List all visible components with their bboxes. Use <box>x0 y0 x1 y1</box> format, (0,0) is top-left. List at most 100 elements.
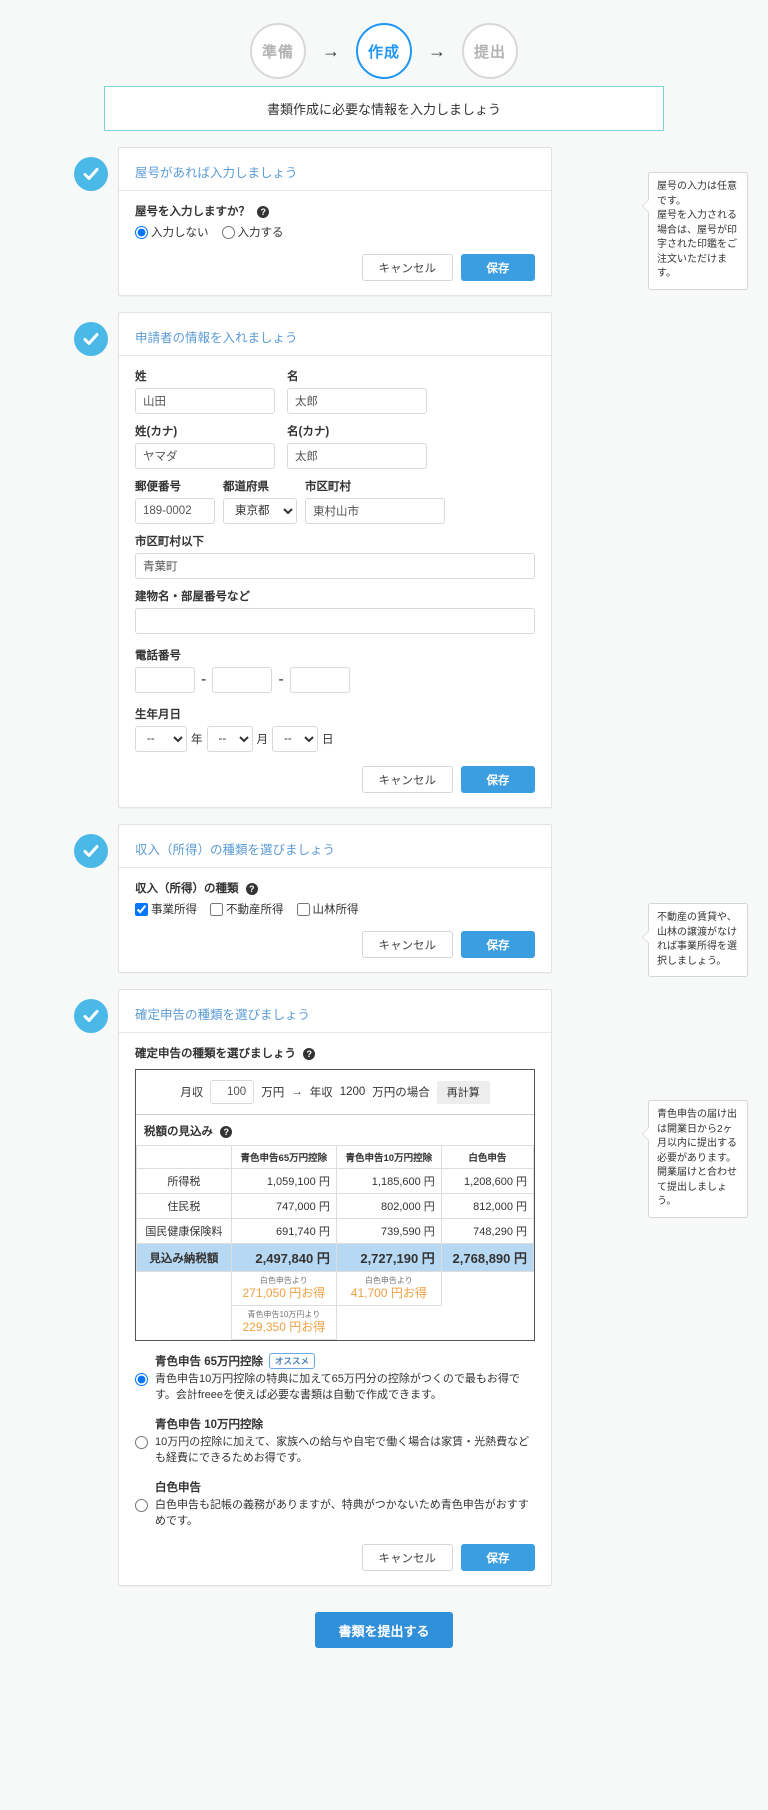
recalculate-button[interactable]: 再計算 <box>436 1080 490 1104</box>
tax-table-col-white: 白色申告 <box>440 1145 535 1169</box>
birth-year-select[interactable]: -- <box>135 726 187 752</box>
birth-day-unit: 日 <box>322 734 334 746</box>
income-type-checkbox-realestate[interactable] <box>210 902 223 916</box>
declaration-question-label: 確定申告の種類を選びましょう ? <box>135 1045 535 1061</box>
declaration-radio-blue10[interactable] <box>135 1418 148 1468</box>
help-icon-declaration[interactable]: ? <box>303 1047 316 1060</box>
last-name-input[interactable] <box>135 388 275 414</box>
tax-estimate-label: 税額の見込み <box>144 1126 213 1138</box>
prefecture-field: 都道府県 東京都 <box>223 478 297 524</box>
card-body-income-type: 収入（所得）の種類 ? 事業所得 不動産所得 山林所得 <box>119 868 551 917</box>
declaration-option-blue65[interactable]: 青色申告 65万円控除 オススメ 青色申告10万円控除の特典に加えて65万円分の… <box>135 1353 535 1405</box>
instruction-banner-text: 書類作成に必要な情報を入力しましょう <box>266 102 501 117</box>
step-arrow-2-icon: → <box>428 40 446 61</box>
birth-month-select[interactable]: -- <box>206 726 253 752</box>
savings-row2-spacer <box>137 1306 232 1340</box>
tax-cell-total-blue65: 2,497,840 円 <box>230 1243 337 1272</box>
tax-cell-health-insurance-white: 748,290 円 <box>440 1218 535 1244</box>
income-type-option-business[interactable]: 事業所得 <box>135 901 197 917</box>
phone-input-3[interactable] <box>289 667 350 693</box>
birth-day-select[interactable]: -- <box>272 726 318 752</box>
phone-field: 電話番号 - - <box>135 647 535 693</box>
phone-input-2[interactable] <box>212 667 273 693</box>
last-kana-input[interactable] <box>135 443 275 469</box>
postal-input[interactable] <box>135 498 215 524</box>
cancel-button-applicant[interactable]: キャンセル <box>361 766 453 793</box>
tax-cell-health-insurance-blue65: 691,740 円 <box>230 1218 337 1244</box>
income-type-option-forestry[interactable]: 山林所得 <box>296 901 359 917</box>
button-row-trade-name: キャンセル 保存 <box>119 240 551 283</box>
step-creation[interactable]: 作成 <box>356 23 412 79</box>
trade-name-radio-no[interactable] <box>135 225 148 239</box>
declaration-option-blue10[interactable]: 青色申告 10万円控除 10万円の控除に加えて、家族への給与や自宅で働く場合は家… <box>135 1416 535 1468</box>
declaration-option-blue65-body: 青色申告 65万円控除 オススメ 青色申告10万円控除の特典に加えて65万円分の… <box>155 1353 535 1404</box>
city-input[interactable] <box>305 498 445 524</box>
card-body-applicant: 姓 名 姓(カナ) 名(カナ) <box>119 356 551 752</box>
section-applicant: 申請者の情報を入れましょう 姓 名 姓(カナ) 名(カナ) <box>0 312 768 808</box>
last-kana-label: 姓(カナ) <box>135 426 178 438</box>
card-applicant: 申請者の情報を入れましょう 姓 名 姓(カナ) 名(カナ) <box>118 312 552 808</box>
table-row: 住民税 747,000 円 802,000 円 812,000 円 <box>136 1193 535 1219</box>
help-icon-trade-name[interactable]: ? <box>257 205 270 218</box>
submit-documents-button[interactable]: 書類を提出する <box>315 1612 453 1648</box>
phone-label: 電話番号 <box>135 650 181 662</box>
declaration-option-white-body: 白色申告 白色申告も記帳の義務がありますが、特典がつかないため青色申告がおすすめ… <box>155 1479 535 1530</box>
declaration-option-blue10-title: 青色申告 10万円控除 <box>155 1419 263 1432</box>
savings-amount-blue65-vs-blue10: 229,350 円お得 <box>242 1319 326 1334</box>
tax-cell-resident-tax-white: 812,000 円 <box>440 1193 535 1219</box>
save-button-applicant[interactable]: 保存 <box>461 766 535 793</box>
prefecture-label: 都道府県 <box>223 481 269 493</box>
first-name-input[interactable] <box>287 388 427 414</box>
card-body-trade-name: 屋号を入力しますか？ ? 入力しない 入力する <box>119 191 551 240</box>
tooltip-trade-name: 屋号の入力は任意です。 屋号を入力される場合は、屋号が印字された印鑑をご注文いた… <box>642 172 748 290</box>
trade-name-option-no[interactable]: 入力しない <box>135 224 209 240</box>
step-preparation[interactable]: 準備 <box>250 23 306 79</box>
first-kana-input[interactable] <box>287 443 427 469</box>
help-icon-income-type[interactable]: ? <box>245 882 258 895</box>
address-field: 市区町村以下 <box>135 533 535 579</box>
table-row: 国民健康保険料 691,740 円 739,590 円 748,290 円 <box>136 1218 535 1244</box>
income-type-option-realestate[interactable]: 不動産所得 <box>210 901 284 917</box>
cancel-button-income-type[interactable]: キャンセル <box>361 931 453 958</box>
declaration-radio-blue65[interactable] <box>135 1355 148 1405</box>
save-button-trade-name[interactable]: 保存 <box>461 254 535 281</box>
last-kana-field: 姓(カナ) <box>135 423 275 469</box>
monthly-income-input[interactable] <box>210 1080 255 1104</box>
tax-comparison-table: 青色申告65万円控除 青色申告10万円控除 白色申告 所得税 1,059,100… <box>136 1145 535 1341</box>
name-row: 姓 名 <box>135 368 535 414</box>
address-input[interactable] <box>135 553 535 579</box>
income-type-checkbox-forestry[interactable] <box>296 902 310 916</box>
declaration-radio-white[interactable] <box>135 1481 148 1530</box>
building-input[interactable] <box>135 608 535 634</box>
tax-estimate-heading: 税額の見込み ? <box>136 1115 534 1145</box>
phone-separator-2: - <box>278 671 284 688</box>
card-trade-name: 屋号があれば入力しましょう 屋号を入力しますか？ ? 入力しない 入力する キャ… <box>118 147 552 296</box>
declaration-option-white-title-row: 白色申告 <box>155 1479 535 1495</box>
step-submission[interactable]: 提出 <box>462 23 518 79</box>
cancel-button-trade-name[interactable]: キャンセル <box>361 254 453 281</box>
prefecture-select[interactable]: 東京都 <box>223 498 297 524</box>
trade-name-radio-yes[interactable] <box>221 225 235 239</box>
savings-cell-blue65-vs-white: 白色申告より 271,050 円お得 <box>230 1270 337 1307</box>
trade-name-option-yes[interactable]: 入力する <box>221 224 284 240</box>
save-button-declaration[interactable]: 保存 <box>461 1544 535 1571</box>
savings-row2-empty-2 <box>441 1306 533 1340</box>
tooltip-income-type: 不動産の賃貸や、山林の譲渡がなければ事業所得を選択しましょう。 <box>642 903 748 977</box>
card-declaration: 確定申告の種類を選びましょう 確定申告の種類を選びましょう ? 月収 万円 → … <box>118 989 552 1586</box>
birthdate-label: 生年月日 <box>135 709 181 721</box>
declaration-option-blue65-title: 青色申告 65万円控除 <box>155 1356 263 1369</box>
button-row-income-type: キャンセル 保存 <box>119 917 551 960</box>
declaration-option-blue65-title-row: 青色申告 65万円控除 オススメ <box>155 1353 535 1370</box>
first-name-field: 名 <box>287 368 427 414</box>
save-button-income-type[interactable]: 保存 <box>461 931 535 958</box>
cancel-button-declaration[interactable]: キャンセル <box>361 1544 453 1571</box>
help-icon-tax-estimate[interactable]: ? <box>220 1125 233 1138</box>
birth-month-unit: 月 <box>256 734 269 746</box>
declaration-option-white[interactable]: 白色申告 白色申告も記帳の義務がありますが、特典がつかないため青色申告がおすすめ… <box>135 1479 535 1530</box>
declaration-question-text: 確定申告の種類を選びましょう <box>135 1048 296 1060</box>
trade-name-question-label: 屋号を入力しますか？ ? <box>135 203 535 219</box>
savings-cell-blue65-vs-blue10: 青色申告10万円より 229,350 円お得 <box>230 1305 337 1341</box>
phone-input-1[interactable] <box>135 667 195 693</box>
birth-year-unit: 年 <box>191 734 203 746</box>
income-type-checkbox-business[interactable] <box>135 902 148 916</box>
